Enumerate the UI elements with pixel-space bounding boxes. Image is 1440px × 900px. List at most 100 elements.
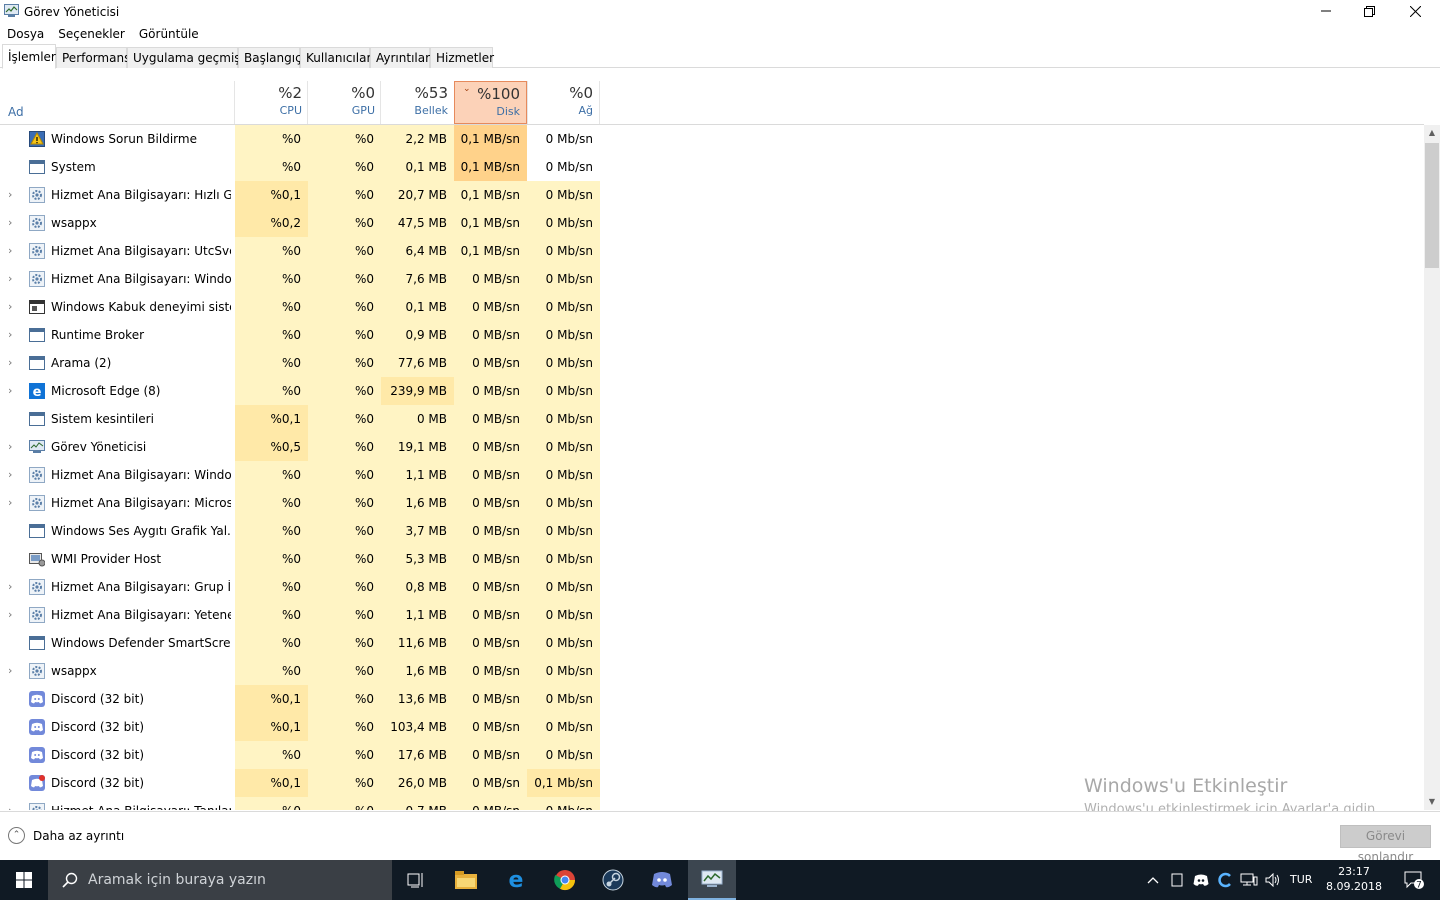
show-hidden-icons-button[interactable] [1142, 860, 1164, 900]
tab-islemler[interactable]: İşlemler [2, 44, 56, 69]
process-row[interactable]: Sistem kesintileri %0,1 %0 0 MB 0 MB/sn 0 Mb/… [0, 405, 1424, 433]
app-window-icon [29, 327, 45, 343]
taskbar-steam[interactable] [589, 860, 637, 900]
process-row[interactable]: › Runtime Broker %0 %0 0,9 MB 0 MB/sn 0 Mb/sn [0, 321, 1424, 349]
tab-baslangic[interactable]: Başlangıç [238, 47, 302, 68]
memory-cell: 11,6 MB [381, 629, 454, 657]
close-button[interactable] [1392, 0, 1438, 22]
taskbar-chrome[interactable] [541, 860, 589, 900]
process-row[interactable]: › Hizmet Ana Bilgisayarı: Yetenek ... %0%0… [0, 601, 1424, 629]
expand-chevron-icon[interactable]: › [8, 469, 18, 481]
process-row[interactable]: › Hizmet Ana Bilgisayarı: UtcSvc %0 %0 6,4 M… [0, 237, 1424, 265]
restore-icon [1363, 5, 1375, 17]
menu-goruntule[interactable]: Görüntüle [132, 24, 206, 44]
input-language[interactable]: TUR [1290, 873, 1312, 886]
process-row[interactable]: › Arama (2) %0 %0 77,6 MB 0 MB/sn 0 Mb/sn [0, 349, 1424, 377]
process-row[interactable]: Discord (32 bit) %0,1 %0 103,4 MB 0 MB/sn 0 M… [0, 713, 1424, 741]
process-row[interactable]: Discord (32 bit) %0 %0 17,6 MB 0 MB/sn 0 Mb/s… [0, 741, 1424, 769]
taskbar-search-box[interactable]: Aramak için buraya yazın [48, 860, 392, 900]
minimize-button[interactable] [1303, 0, 1349, 22]
service-host-icon [29, 187, 45, 203]
tab-hizmetler[interactable]: Hizmetler [430, 47, 494, 68]
tab-strip: İşlemler Performans Uygulama geçmişi Baş… [0, 44, 1440, 69]
process-row[interactable]: › Hizmet Ana Bilgisayarı: Grup İlk... %0%0… [0, 573, 1424, 601]
task-view-button[interactable] [392, 860, 440, 900]
process-name: wsappx [51, 664, 97, 678]
scroll-up-icon[interactable]: ▲ [1424, 125, 1440, 141]
column-header-name[interactable]: Ad [8, 105, 24, 119]
network-cell: 0 Mb/sn [527, 741, 600, 769]
expand-chevron-icon[interactable]: › [8, 189, 18, 201]
process-row[interactable]: Windows Sorun Bildirme %0 %0 2,2 MB 0,1 MB/s… [0, 125, 1424, 153]
start-button[interactable] [0, 860, 48, 900]
process-row[interactable]: System %0 %0 0,1 MB 0,1 MB/sn 0 Mb/sn [0, 153, 1424, 181]
network-cell: 0 Mb/sn [527, 461, 600, 489]
end-task-button[interactable]: Görevi sonlandır [1340, 825, 1431, 864]
process-row[interactable]: WMI Provider Host %0 %0 5,3 MB 0 MB/sn 0 Mb/s… [0, 545, 1424, 573]
restore-button[interactable] [1346, 0, 1392, 22]
process-row[interactable]: Windows Defender SmartScreen %0 %0 11,6 MB 0… [0, 629, 1424, 657]
column-header-memory[interactable]: %53 Bellek [380, 81, 454, 124]
fewer-details-button[interactable]: ⌃ Daha az ayrıntı [8, 827, 124, 844]
tab-uygulama-gecmisi[interactable]: Uygulama geçmişi [127, 47, 244, 68]
process-row[interactable]: › wsappx %0 %0 1,6 MB 0 MB/sn 0 Mb/sn [0, 657, 1424, 685]
column-header-network[interactable]: %0 Ağ [527, 81, 600, 124]
expand-chevron-icon[interactable]: › [8, 497, 18, 509]
process-row[interactable]: ›Hizmet Ana Bilgisayarı: Window...%0%01,… [0, 461, 1424, 489]
expand-chevron-icon[interactable]: › [8, 385, 18, 397]
tab-kullanicilar[interactable]: Kullanıcılar [300, 47, 371, 68]
expand-chevron-icon[interactable]: › [8, 245, 18, 257]
gpu-cell: %0 [308, 377, 381, 405]
memory-cell: 103,4 MB [381, 713, 454, 741]
menu-dosya[interactable]: Dosya [0, 24, 51, 44]
service-host-icon [29, 495, 45, 511]
expand-chevron-icon[interactable]: › [8, 217, 18, 229]
taskbar-clock[interactable]: 23:17 8.09.2018 [1322, 864, 1386, 894]
process-row[interactable]: ›Hizmet Ana Bilgisayarı: Microso...%0%01… [0, 489, 1424, 517]
tray-tablet[interactable] [1167, 860, 1187, 900]
disk-cell: 0 MB/sn [454, 545, 527, 573]
memory-cell: 1,6 MB [381, 489, 454, 517]
cpu-cell: %0,5 [235, 433, 308, 461]
tray-volume[interactable] [1262, 860, 1284, 900]
network-cell: 0 Mb/sn [527, 153, 600, 181]
expand-chevron-icon[interactable]: › [8, 609, 18, 621]
process-row[interactable]: › wsappx %0,2 %0 47,5 MB 0,1 MB/sn 0 Mb/sn [0, 209, 1424, 237]
expand-chevron-icon[interactable]: › [8, 301, 18, 313]
disk-cell: 0,1 MB/sn [454, 209, 527, 237]
taskbar-discord[interactable] [638, 860, 686, 900]
expand-chevron-icon[interactable]: › [8, 329, 18, 341]
process-row[interactable]: Windows Ses Aygıtı Grafik Yal... %0 %0 3,7 … [0, 517, 1424, 545]
column-header-gpu[interactable]: %0 GPU [307, 81, 381, 124]
expand-chevron-icon[interactable]: › [8, 581, 18, 593]
column-header-disk[interactable]: ⌄ %100 Disk [454, 81, 527, 124]
taskbar-file-explorer[interactable] [442, 860, 490, 900]
expand-chevron-icon[interactable]: › [8, 441, 18, 453]
expand-chevron-icon[interactable]: › [8, 805, 18, 811]
tray-discord[interactable] [1190, 860, 1212, 900]
tab-performans[interactable]: Performans [56, 47, 130, 68]
expand-chevron-icon[interactable]: › [8, 357, 18, 369]
network-cell: 0 Mb/sn [527, 685, 600, 713]
process-row[interactable]: Discord (32 bit) %0,1 %0 13,6 MB 0 MB/sn 0 Mb… [0, 685, 1424, 713]
column-header-cpu[interactable]: %2 CPU [234, 81, 308, 124]
process-row[interactable]: › e Microsoft Edge (8) %0 %0 239,9 MB 0 MB/sn 0… [0, 377, 1424, 405]
process-row[interactable]: › Görev Yöneticisi %0,5 %0 19,1 MB 0 MB/sn 0 M… [0, 433, 1424, 461]
taskbar-edge[interactable]: e [492, 860, 540, 900]
process-row[interactable]: ›Windows Kabuk deneyimi sistemi%0%00,1 M… [0, 293, 1424, 321]
scrollbar-thumb[interactable] [1425, 143, 1439, 268]
menu-secenekler[interactable]: Seçenekler [51, 24, 132, 44]
action-center-button[interactable]: 7 [1394, 860, 1434, 900]
taskbar-task-manager[interactable] [688, 860, 736, 900]
process-row[interactable]: › Hizmet Ana Bilgisayarı: Hızlı Get... %0,… [0, 181, 1424, 209]
tray-network[interactable] [1238, 860, 1260, 900]
process-row[interactable]: ›Hizmet Ana Bilgisayarı: Window...%0%07,… [0, 265, 1424, 293]
vertical-scrollbar[interactable]: ▲ ▼ [1424, 125, 1440, 810]
tray-app[interactable] [1214, 860, 1236, 900]
cpu-cell: %0,2 [235, 209, 308, 237]
cpu-cell: %0,1 [235, 405, 308, 433]
scroll-down-icon[interactable]: ▼ [1424, 794, 1440, 810]
expand-chevron-icon[interactable]: › [8, 273, 18, 285]
expand-chevron-icon[interactable]: › [8, 665, 18, 677]
tab-ayrintilar[interactable]: Ayrıntılar [370, 47, 430, 68]
